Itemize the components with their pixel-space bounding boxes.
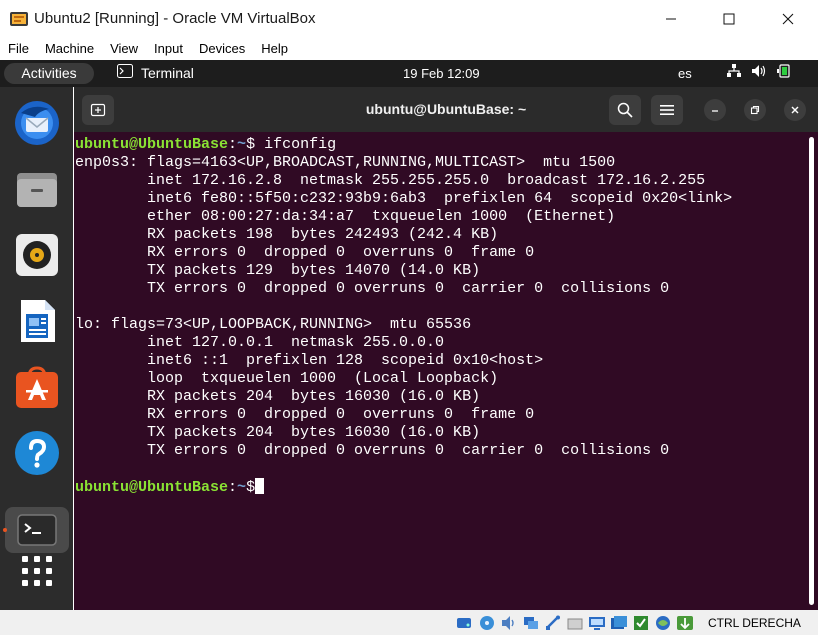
keyboard-layout-indicator[interactable]: es	[678, 66, 692, 81]
output-line: RX packets 204 bytes 16030 (16.0 KB)	[75, 388, 481, 405]
virtualbox-icon	[9, 9, 29, 29]
activities-button[interactable]: Activities	[4, 63, 94, 84]
output-line: enp0s3: flags=4163<UP,BROADCAST,RUNNING,…	[75, 154, 616, 171]
search-icon	[617, 102, 633, 118]
thunderbird-icon[interactable]	[13, 99, 61, 147]
minimize-icon	[666, 18, 676, 20]
hamburger-menu-button[interactable]	[651, 95, 683, 125]
prompt-user: ubuntu@UbuntuBase	[75, 479, 229, 496]
prompt-dollar: $	[246, 136, 256, 153]
output-line: loop txqueuelen 1000 (Local Loopback)	[75, 370, 499, 387]
output-line: RX errors 0 dropped 0 overruns 0 frame 0	[75, 406, 535, 423]
window-title: Ubuntu2 [Running] - Oracle VM VirtualBox	[34, 10, 316, 27]
audio-icon[interactable]	[499, 613, 519, 632]
terminal-maximize-button[interactable]	[744, 99, 766, 121]
menu-input[interactable]: Input	[146, 38, 191, 60]
minimize-button[interactable]	[642, 0, 700, 38]
output-line: TX packets 129 bytes 14070 (14.0 KB)	[75, 262, 481, 279]
output-line: RX errors 0 dropped 0 overruns 0 frame 0	[75, 244, 535, 261]
terminal-app-icon	[117, 64, 133, 81]
menu-machine[interactable]: Machine	[37, 38, 102, 60]
help-icon[interactable]	[13, 429, 61, 477]
host-key-label: CTRL DERECHA	[708, 616, 801, 630]
output-line: RX packets 198 bytes 242493 (242.4 KB)	[75, 226, 499, 243]
prompt-line: ubuntu@UbuntuBase:~$	[75, 478, 805, 497]
libreoffice-writer-icon[interactable]	[13, 297, 61, 345]
prompt-dollar: $	[246, 479, 256, 496]
maximize-icon	[723, 13, 735, 25]
app-menu[interactable]: Terminal	[117, 64, 194, 81]
clock[interactable]: 19 Feb 12:09	[403, 66, 480, 81]
show-apps-icon[interactable]	[13, 547, 61, 595]
system-tray[interactable]	[726, 64, 792, 81]
close-button[interactable]	[759, 0, 817, 38]
restore-icon	[750, 105, 760, 115]
rhythmbox-icon[interactable]	[13, 231, 61, 279]
files-icon[interactable]	[13, 165, 61, 213]
output-line: TX errors 0 dropped 0 overruns 0 carrier…	[75, 280, 670, 297]
shared-folders-icon[interactable]	[565, 613, 585, 632]
terminal-minimize-button[interactable]	[704, 99, 726, 121]
app-menu-label: Terminal	[141, 64, 194, 81]
prompt-path: ~	[237, 136, 247, 153]
close-icon	[782, 13, 794, 25]
usb-icon[interactable]	[543, 613, 563, 632]
command-text: ifconfig	[255, 136, 337, 153]
network-icon	[726, 64, 742, 81]
prompt-user: ubuntu@UbuntuBase	[75, 136, 229, 153]
maximize-button[interactable]	[700, 0, 758, 38]
running-indicator	[3, 528, 7, 532]
terminal-headerbar: ubuntu@UbuntuBase: ~	[74, 87, 818, 132]
prompt-separator: :	[228, 479, 238, 496]
virtualization-icon[interactable]	[653, 613, 673, 632]
display-icon[interactable]	[587, 613, 607, 632]
network-adapter-icon[interactable]	[521, 613, 541, 632]
search-button[interactable]	[609, 95, 641, 125]
hamburger-menu-icon	[660, 105, 674, 115]
volume-icon	[751, 64, 767, 81]
minimize-icon	[712, 110, 718, 112]
terminal-window[interactable]: ubuntu@UbuntuBase: ~ ubuntu@UbuntuBase:~…	[74, 87, 818, 610]
output-line: inet6 ::1 prefixlen 128 scopeid 0x10<hos…	[75, 352, 544, 369]
ubuntu-topbar: Activities Terminal 19 Feb 12:09 es	[0, 60, 818, 87]
terminal-scrollbar[interactable]	[809, 137, 814, 605]
output-line: inet 172.16.2.8 netmask 255.255.255.0 br…	[75, 172, 706, 189]
terminal-close-button[interactable]	[784, 99, 806, 121]
prompt-path: ~	[237, 479, 247, 496]
text-cursor	[255, 478, 265, 494]
status-icons	[455, 613, 695, 632]
output-line: TX errors 0 dropped 0 overruns 0 carrier…	[75, 442, 670, 459]
output-line: inet 127.0.0.1 netmask 255.0.0.0	[75, 334, 445, 351]
close-icon	[791, 106, 799, 114]
menu-help[interactable]: Help	[253, 38, 296, 60]
battery-icon	[776, 64, 792, 81]
guest-additions-icon[interactable]	[631, 613, 651, 632]
menu-file[interactable]: File	[0, 38, 37, 60]
virtualbox-statusbar: CTRL DERECHA	[0, 610, 818, 635]
prompt-line: ubuntu@UbuntuBase:~$ ifconfig	[75, 136, 805, 154]
window-titlebar: Ubuntu2 [Running] - Oracle VM VirtualBox	[0, 0, 818, 38]
menu-view[interactable]: View	[102, 38, 146, 60]
ubuntu-software-icon[interactable]	[13, 363, 61, 411]
terminal-output[interactable]: ubuntu@UbuntuBase:~$ ifconfig enp0s3: fla…	[75, 136, 805, 606]
menu-devices[interactable]: Devices	[191, 38, 253, 60]
virtualbox-menubar: File Machine View Input Devices Help	[0, 38, 818, 60]
ubuntu-dock	[0, 87, 73, 610]
optical-drive-icon[interactable]	[477, 613, 497, 632]
hard-disk-icon[interactable]	[455, 613, 475, 632]
output-line: TX packets 204 bytes 16030 (16.0 KB)	[75, 424, 481, 441]
output-line: inet6 fe80::5f50:c232:93b9:6ab3 prefixle…	[75, 190, 733, 207]
output-line: ether 08:00:27:da:34:a7 txqueuelen 1000 …	[75, 208, 616, 225]
mouse-integration-icon[interactable]	[675, 613, 695, 632]
prompt-separator: :	[228, 136, 238, 153]
video-capture-icon[interactable]	[609, 613, 629, 632]
output-line: lo: flags=73<UP,LOOPBACK,RUNNING> mtu 65…	[75, 316, 472, 333]
